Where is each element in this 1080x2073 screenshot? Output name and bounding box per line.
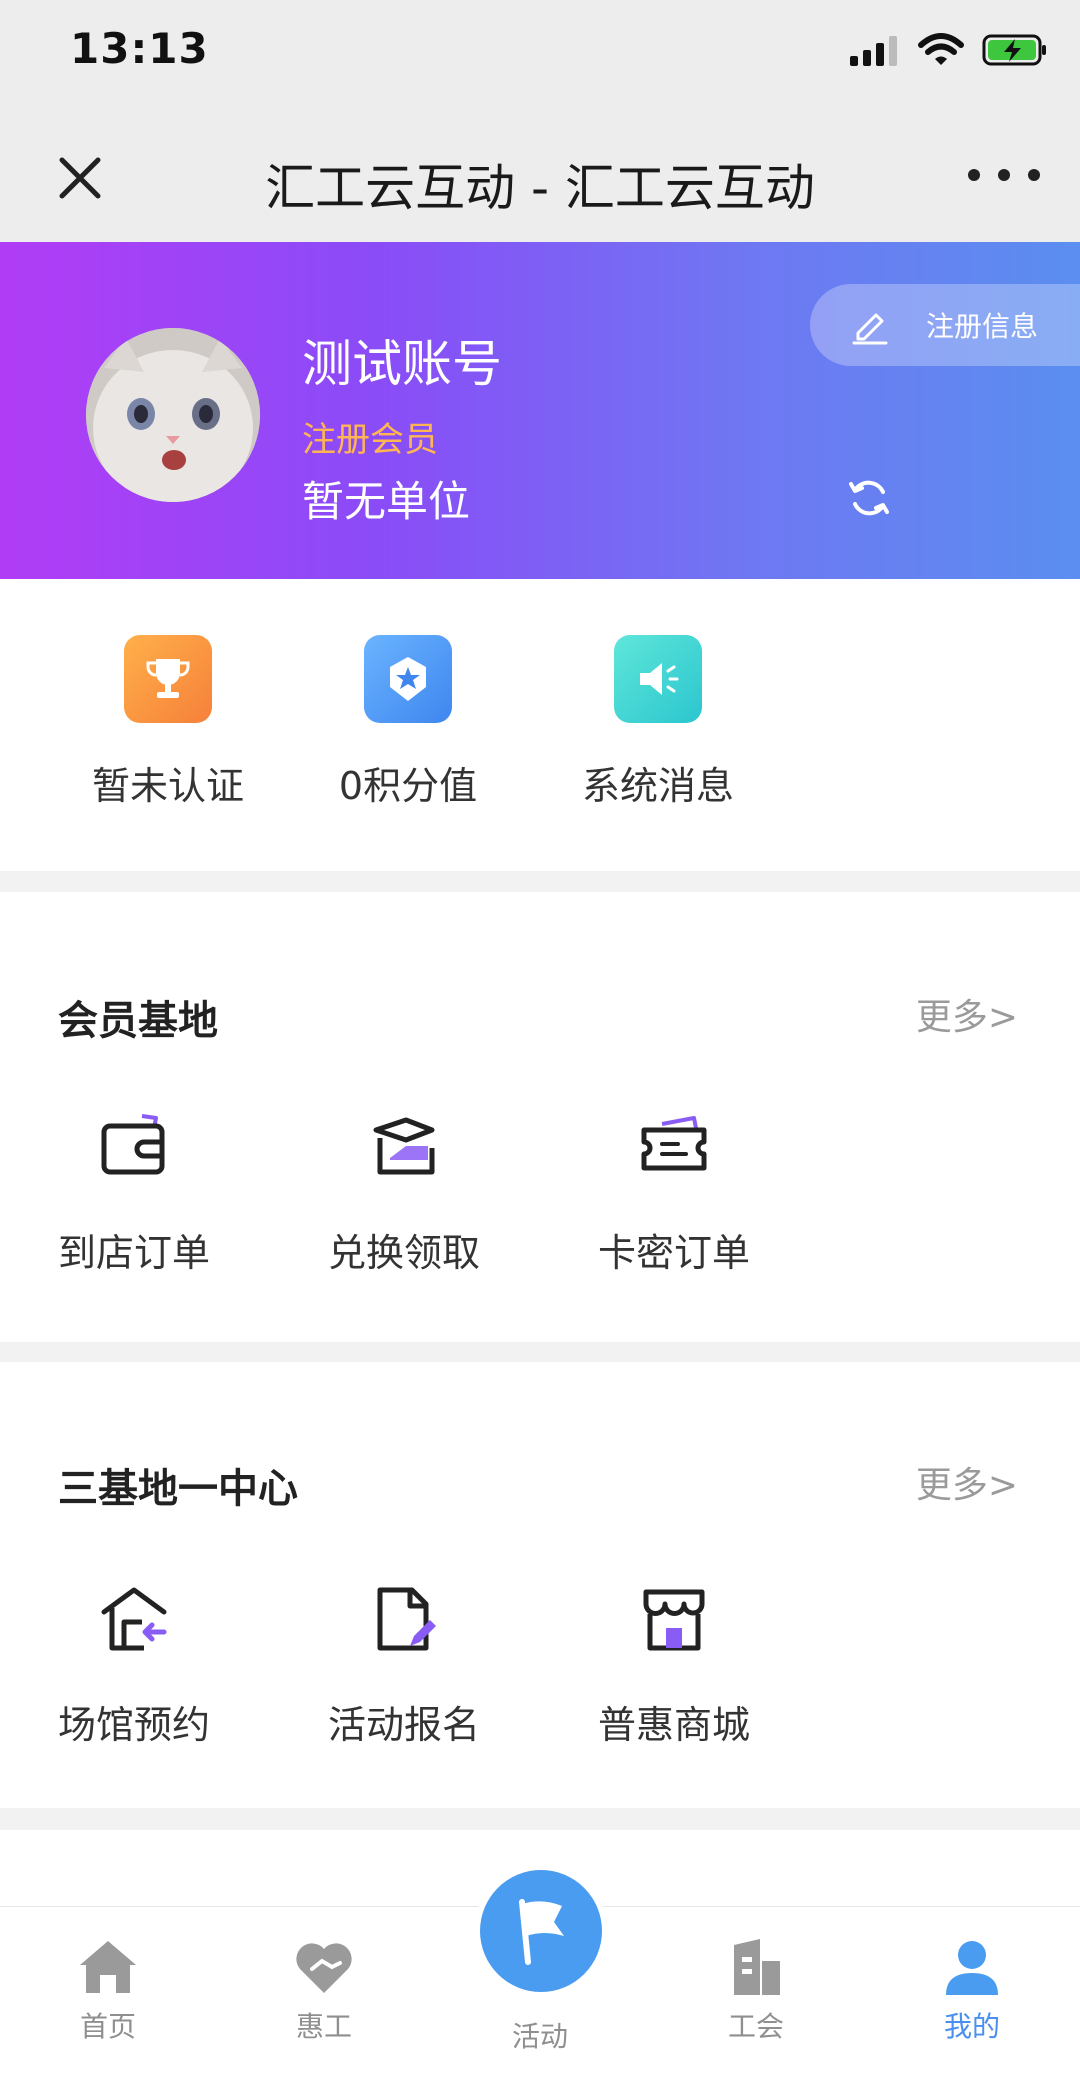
wifi-icon	[918, 33, 964, 65]
tab-label: 活动	[511, 2020, 568, 2053]
tab-activity[interactable]: 活动	[460, 2007, 620, 2055]
grid-label: 普惠商城	[597, 1703, 750, 1747]
stat-label: 暂未认证	[91, 764, 244, 808]
member-base-more-link[interactable]: 更多>	[916, 988, 1018, 1040]
system-messages[interactable]: 系统消息	[538, 635, 778, 810]
stat-label: 系统消息	[581, 764, 734, 808]
member-level: 注册会员	[302, 420, 438, 460]
exchange-pickup[interactable]: 兑换领取	[284, 1110, 524, 1277]
medal-star-icon	[364, 635, 452, 723]
centers-more-link[interactable]: 更多>	[916, 1456, 1018, 1508]
register-info-button[interactable]: 注册信息	[810, 284, 1080, 366]
register-info-label: 注册信息	[926, 310, 1039, 343]
tab-huigong[interactable]: 惠工	[244, 1937, 404, 2045]
venue-icon	[101, 1587, 167, 1651]
store-icon	[643, 1589, 705, 1651]
store-orders[interactable]: 到店订单	[14, 1110, 254, 1277]
refresh-icon[interactable]	[845, 474, 893, 522]
activity-signup[interactable]: 活动报名	[284, 1582, 524, 1749]
tab-label: 惠工	[295, 2010, 352, 2043]
status-icons	[850, 30, 1048, 70]
nav-bar: 汇工云互动 - 汇工云互动	[0, 110, 1080, 242]
profile-unit: 暂无单位	[302, 477, 471, 526]
member-base-section: 会员基地 更多> 到店订单 兑换领取 卡密订单	[0, 892, 1080, 1342]
avatar[interactable]	[86, 328, 260, 502]
tab-label: 工会	[727, 2010, 784, 2043]
certification-status[interactable]: 暂未认证	[48, 635, 288, 810]
points-value[interactable]: 0积分值	[288, 635, 528, 810]
tab-union[interactable]: 工会	[676, 1937, 836, 2045]
person-icon	[946, 1941, 998, 1995]
grid-label: 卡密订单	[597, 1231, 750, 1275]
venue-booking[interactable]: 场馆预约	[14, 1582, 254, 1749]
tab-home[interactable]: 首页	[28, 1937, 188, 2045]
grid-label: 活动报名	[327, 1703, 480, 1747]
grid-label: 场馆预约	[57, 1703, 210, 1747]
trophy-icon	[124, 635, 212, 723]
section-title: 会员基地	[58, 998, 218, 1044]
signal-icon	[850, 36, 897, 66]
profile-header: 测试账号 注册会员 暂无单位 注册信息	[0, 242, 1080, 579]
flag-icon	[519, 1899, 564, 1965]
centers-section: 三基地一中心 更多> 场馆预约 活动报名 普惠商城	[0, 1362, 1080, 1808]
grid-label: 兑换领取	[327, 1231, 480, 1275]
inclusive-mall[interactable]: 普惠商城	[554, 1582, 794, 1749]
home-icon	[80, 1941, 136, 1993]
document-edit-icon	[377, 1587, 436, 1651]
activity-fab-button[interactable]	[480, 1870, 602, 1992]
speaker-icon	[614, 635, 702, 723]
profile-name: 测试账号	[302, 335, 502, 393]
status-bar: 13:13	[0, 0, 1080, 110]
wallet-icon	[101, 1114, 165, 1175]
more-menu-icon[interactable]	[968, 160, 1040, 190]
building-icon	[734, 1939, 780, 1995]
section-title: 三基地一中心	[58, 1466, 298, 1512]
page-title: 汇工云互动 - 汇工云互动	[265, 159, 815, 217]
grid-label: 到店订单	[57, 1231, 210, 1275]
tab-label: 我的	[943, 2010, 1000, 2043]
edit-icon	[852, 313, 888, 345]
quick-stats: 暂未认证 0积分值 系统消息	[0, 579, 1080, 871]
status-time: 13:13	[70, 24, 209, 73]
card-orders[interactable]: 卡密订单	[554, 1110, 794, 1277]
stat-label: 0积分值	[338, 764, 478, 808]
exchange-icon	[373, 1117, 435, 1175]
battery-charging-icon	[982, 34, 1046, 66]
tab-label: 首页	[79, 2010, 136, 2043]
heart-hand-icon	[296, 1943, 352, 1993]
ticket-icon	[641, 1116, 707, 1171]
tab-mine[interactable]: 我的	[892, 1937, 1052, 2045]
